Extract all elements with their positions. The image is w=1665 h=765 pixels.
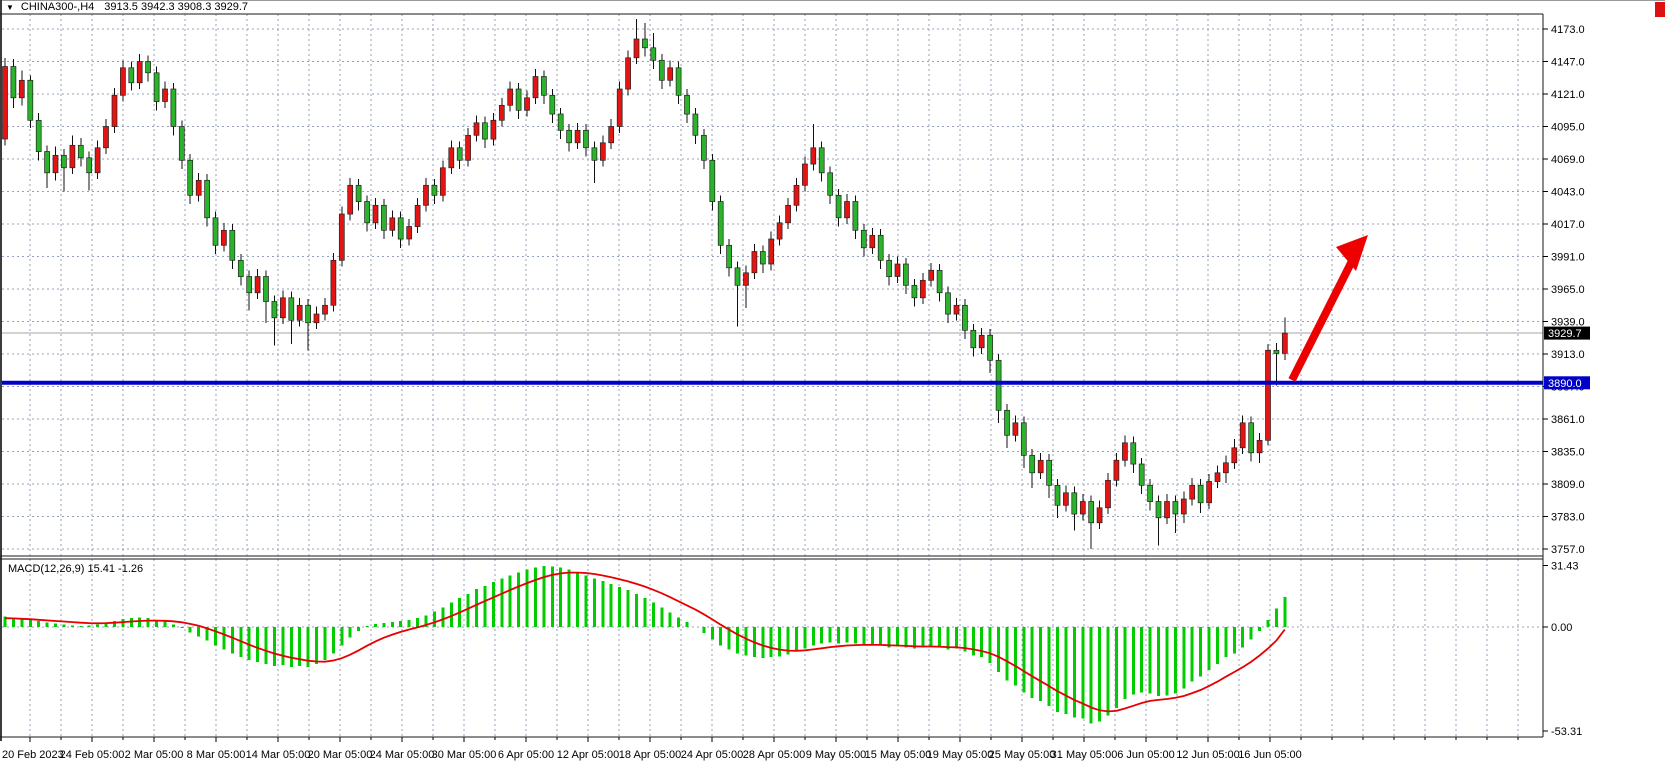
ohlc-readout: 3913.5 3942.3 3908.3 3929.7 — [104, 1, 248, 13]
svg-text:19 May 05:00: 19 May 05:00 — [927, 749, 994, 761]
svg-text:3861.0: 3861.0 — [1551, 414, 1585, 426]
svg-text:6 Jun 05:00: 6 Jun 05:00 — [1117, 749, 1175, 761]
svg-text:3835.0: 3835.0 — [1551, 447, 1585, 459]
symbol-dropdown-icon[interactable]: ▼ — [6, 3, 14, 12]
symbol-period-label: CHINA300-,H4 — [21, 1, 94, 13]
macd-indicator-label: MACD(12,26,9) 15.41 -1.26 — [8, 563, 143, 575]
svg-text:4173.0: 4173.0 — [1551, 24, 1585, 36]
svg-text:15 May 05:00: 15 May 05:00 — [865, 749, 932, 761]
svg-text:28 Apr 05:00: 28 Apr 05:00 — [743, 749, 805, 761]
chart-title-bar: ▼ CHINA300-,H4 3913.5 3942.3 3908.3 3929… — [6, 1, 248, 13]
svg-text:25 May 05:00: 25 May 05:00 — [989, 749, 1056, 761]
svg-text:3757.0: 3757.0 — [1551, 544, 1585, 556]
bid-price-label: 3929.7 — [1544, 327, 1590, 341]
svg-text:20 Feb 2023: 20 Feb 2023 — [2, 749, 64, 761]
svg-text:0.00: 0.00 — [1551, 622, 1572, 634]
svg-text:24 Mar 05:00: 24 Mar 05:00 — [370, 749, 435, 761]
svg-text:-53.31: -53.31 — [1551, 726, 1582, 738]
svg-text:4069.0: 4069.0 — [1551, 154, 1585, 166]
svg-text:3890.0: 3890.0 — [1548, 378, 1582, 390]
svg-text:3965.0: 3965.0 — [1551, 284, 1585, 296]
svg-text:12 Apr 05:00: 12 Apr 05:00 — [557, 749, 619, 761]
svg-text:3783.0: 3783.0 — [1551, 512, 1585, 524]
macd-axis: 31.43 0.00 -53.31 — [1543, 561, 1582, 738]
svg-text:2 Mar 05:00: 2 Mar 05:00 — [125, 749, 184, 761]
svg-text:16 Jun 05:00: 16 Jun 05:00 — [1238, 749, 1302, 761]
svg-text:14 Mar 05:00: 14 Mar 05:00 — [246, 749, 311, 761]
svg-text:4043.0: 4043.0 — [1551, 187, 1585, 199]
svg-text:3809.0: 3809.0 — [1551, 479, 1585, 491]
svg-text:3929.7: 3929.7 — [1548, 328, 1582, 340]
hline-price-label[interactable]: 3890.0 — [1544, 376, 1590, 390]
price-axis: 4173.0 4147.0 4121.0 4095.0 4069.0 4043.0 4017… — [1543, 24, 1585, 556]
svg-text:31 May 05:00: 31 May 05:00 — [1051, 749, 1118, 761]
svg-text:4121.0: 4121.0 — [1551, 89, 1585, 101]
chart-canvas[interactable]: 4173.0 4147.0 4121.0 4095.0 4069.0 4043.0 4017… — [0, 0, 1665, 765]
corner-marker — [1655, 2, 1665, 17]
svg-text:3991.0: 3991.0 — [1551, 252, 1585, 264]
svg-text:24 Feb 05:00: 24 Feb 05:00 — [60, 749, 125, 761]
svg-text:30 Mar 05:00: 30 Mar 05:00 — [432, 749, 497, 761]
svg-text:24 Apr 05:00: 24 Apr 05:00 — [681, 749, 743, 761]
svg-text:18 Apr 05:00: 18 Apr 05:00 — [619, 749, 681, 761]
chart-window: 4173.0 4147.0 4121.0 4095.0 4069.0 4043.0 4017… — [0, 0, 1665, 765]
svg-text:6 Apr 05:00: 6 Apr 05:00 — [498, 749, 554, 761]
time-axis: 20 Feb 202324 Feb 05:002 Mar 05:008 Mar … — [2, 737, 1518, 761]
svg-text:31.43: 31.43 — [1551, 561, 1579, 573]
candlestick-series — [3, 19, 1288, 549]
svg-text:12 Jun 05:00: 12 Jun 05:00 — [1176, 749, 1240, 761]
svg-text:4017.0: 4017.0 — [1551, 219, 1585, 231]
svg-text:20 Mar 05:00: 20 Mar 05:00 — [308, 749, 373, 761]
svg-text:4095.0: 4095.0 — [1551, 122, 1585, 134]
svg-text:3913.0: 3913.0 — [1551, 349, 1585, 361]
macd-histogram-series — [5, 566, 1285, 724]
macd-signal-line — [5, 573, 1285, 712]
svg-text:9 May 05:00: 9 May 05:00 — [806, 749, 867, 761]
svg-text:4147.0: 4147.0 — [1551, 57, 1585, 69]
svg-text:8 Mar 05:00: 8 Mar 05:00 — [187, 749, 246, 761]
